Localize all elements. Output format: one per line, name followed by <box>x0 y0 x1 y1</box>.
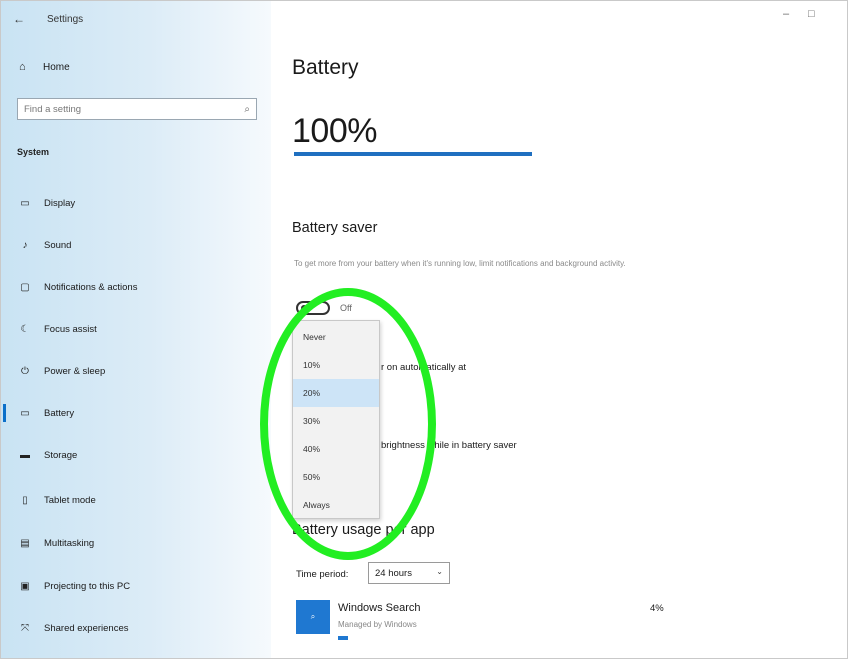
search-input[interactable]: Find a setting ⌕ <box>17 98 257 120</box>
monitor-icon: ▭ <box>20 197 30 209</box>
sidebar-item-projecting[interactable]: ▣ Projecting to this PC <box>1 576 266 596</box>
time-period-value: 24 hours <box>375 567 412 579</box>
usage-heading: Battery usage per app <box>292 522 435 538</box>
speaker-icon: ♪ <box>22 239 28 251</box>
sidebar-item-tablet-mode[interactable]: ▯ Tablet mode <box>1 490 266 510</box>
window-title: Settings <box>47 13 84 25</box>
battery-saver-toggle[interactable] <box>296 301 330 315</box>
chevron-down-icon: ⌄ <box>436 567 443 576</box>
dropdown-option[interactable]: 50% <box>293 463 379 491</box>
minimize-icon[interactable]: – <box>783 8 789 20</box>
moon-icon: ☾ <box>20 323 30 335</box>
sidebar-item-multitasking[interactable]: ▤ Multitasking <box>1 533 266 553</box>
dropdown-option[interactable]: 40% <box>293 435 379 463</box>
search-icon: ⌕ <box>310 612 316 621</box>
toggle-knob <box>301 305 307 311</box>
sidebar-item-label: Battery <box>44 407 75 419</box>
dropdown-option[interactable]: 30% <box>293 407 379 435</box>
sidebar-item-label: Storage <box>44 449 78 461</box>
sidebar-item-sound[interactable]: ♪ Sound <box>1 235 266 255</box>
sidebar-item-label: Power & sleep <box>44 365 106 377</box>
storage-icon: ▬ <box>20 449 30 461</box>
page-title: Battery <box>292 56 359 79</box>
search-icon: ⌕ <box>244 103 250 115</box>
maximize-icon[interactable]: □ <box>808 8 815 20</box>
home-icon: ⌂ <box>19 61 26 73</box>
titlebar: ← Settings <box>13 11 83 27</box>
app-subtitle: Managed by Windows <box>338 620 417 629</box>
nav-home-label: Home <box>43 61 70 73</box>
sidebar-item-label: Projecting to this PC <box>44 580 131 592</box>
brightness-label: brightness while in battery saver <box>381 440 517 451</box>
auto-on-label: r on automatically at <box>381 362 467 373</box>
battery-percentage: 100% <box>292 112 377 150</box>
dropdown-option[interactable]: 10% <box>293 351 379 379</box>
search-placeholder: Find a setting <box>24 103 82 115</box>
sidebar-item-label: Display <box>44 197 76 209</box>
tablet-icon: ▯ <box>22 494 28 506</box>
sidebar: ← Settings ⌂ Home Find a setting ⌕ Syste… <box>1 1 271 658</box>
sidebar-item-shared-experiences[interactable]: ⤧ Shared experiences <box>1 618 266 638</box>
sidebar-item-notifications[interactable]: ▢ Notifications & actions <box>1 277 266 297</box>
dropdown-option[interactable]: 20% <box>293 379 379 407</box>
power-icon: ⏻ <box>21 365 29 377</box>
app-usage-bar <box>338 636 348 640</box>
toggle-state-label: Off <box>340 303 352 313</box>
app-usage-percent: 4% <box>650 603 664 614</box>
multitasking-icon: ▤ <box>20 537 30 549</box>
battery-threshold-dropdown[interactable]: Never 10% 20% 30% 40% 50% Always <box>292 320 380 519</box>
sidebar-item-label: Sound <box>44 239 72 251</box>
sidebar-item-label: Focus assist <box>44 323 97 335</box>
dropdown-option[interactable]: Never <box>293 323 379 351</box>
dropdown-option[interactable]: Always <box>293 491 379 519</box>
sidebar-item-label: Notifications & actions <box>44 281 138 293</box>
sidebar-item-battery[interactable]: ▭ Battery <box>1 403 266 423</box>
battery-saver-description: To get more from your battery when it's … <box>294 259 626 268</box>
shared-icon: ⤧ <box>21 622 29 634</box>
battery-level-bar <box>294 152 532 156</box>
projector-icon: ▣ <box>20 580 30 592</box>
notification-icon: ▢ <box>20 281 30 293</box>
time-period-label: Time period: <box>296 569 349 580</box>
sidebar-item-label: Multitasking <box>44 537 95 549</box>
section-heading: System <box>17 147 50 157</box>
nav-home[interactable]: ⌂ Home <box>19 61 70 73</box>
battery-level-fill <box>294 152 532 156</box>
sidebar-item-label: Tablet mode <box>44 494 96 506</box>
sidebar-item-power-sleep[interactable]: ⏻ Power & sleep <box>1 361 266 381</box>
app-name: Windows Search <box>338 602 421 614</box>
sidebar-item-storage[interactable]: ▬ Storage <box>1 445 266 465</box>
time-period-select[interactable]: 24 hours ⌄ <box>368 562 450 584</box>
back-arrow-icon[interactable]: ← <box>13 12 29 26</box>
app-tile[interactable]: ⌕ <box>296 600 330 634</box>
battery-icon: ▭ <box>20 407 30 419</box>
sidebar-item-focus-assist[interactable]: ☾ Focus assist <box>1 319 266 339</box>
sidebar-item-display[interactable]: ▭ Display <box>1 193 266 213</box>
sidebar-item-label: Shared experiences <box>44 622 129 634</box>
battery-saver-heading: Battery saver <box>292 220 378 236</box>
